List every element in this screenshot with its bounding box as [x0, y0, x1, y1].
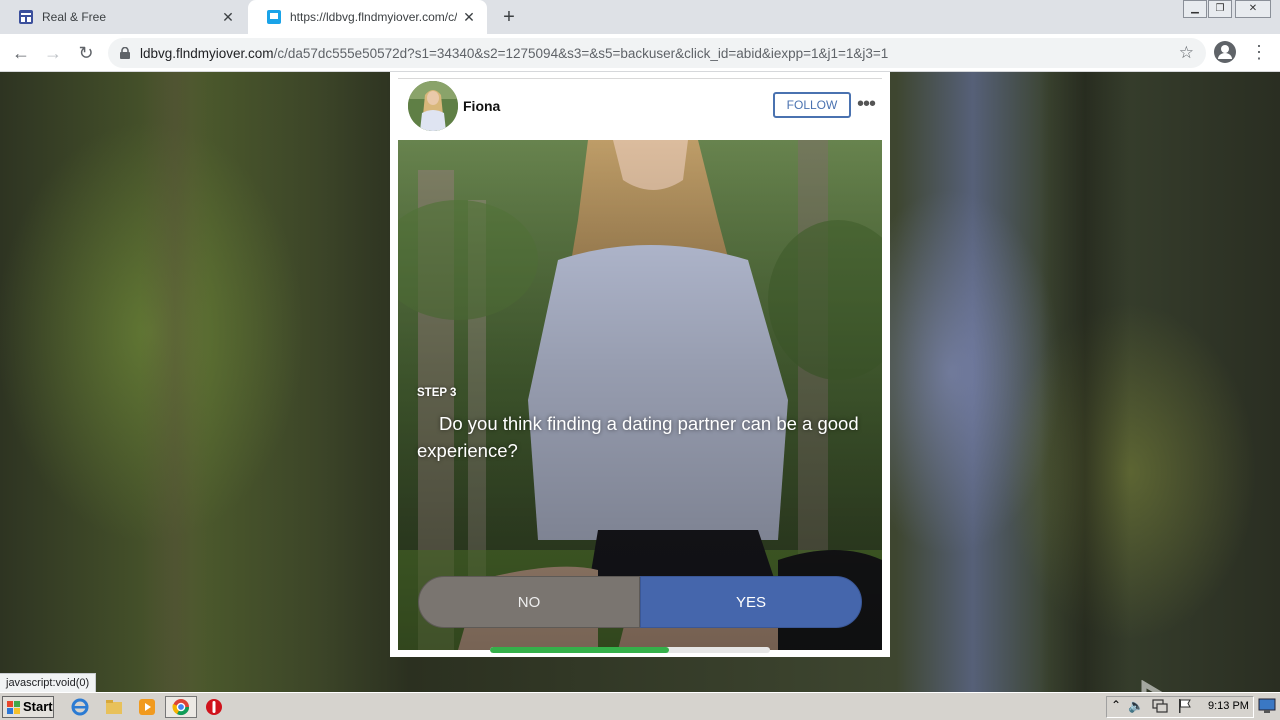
bookmark-star-icon[interactable]: ☆ [1179, 43, 1194, 63]
show-desktop-icon[interactable] [1258, 698, 1276, 714]
browser-toolbar: ← → ↻ ldbvg.flndmyiover.com/c/da57dc555e… [0, 34, 1280, 72]
avatar[interactable] [408, 81, 458, 131]
clock: 9:13 PM [1208, 700, 1249, 712]
watermark-text-left: ANY [1038, 682, 1136, 692]
yes-button[interactable]: YES [640, 576, 862, 628]
tab-title: https://ldbvg.flndmyiover.com/c/da5 [290, 10, 457, 24]
chrome-icon [172, 699, 190, 716]
quiz-progress-fill [490, 647, 670, 653]
question-text: Do you think finding a dating partner ca… [417, 413, 859, 461]
tab-active-page[interactable]: https://ldbvg.flndmyiover.com/c/da5 ✕ [248, 0, 487, 34]
profile-avatar-icon[interactable] [1214, 41, 1236, 63]
tab-close-icon[interactable]: ✕ [216, 9, 240, 26]
file-explorer-icon[interactable] [104, 697, 124, 717]
back-arrow-icon[interactable]: ← [9, 41, 33, 65]
internet-explorer-icon[interactable] [70, 697, 90, 717]
tray-expand-icon[interactable]: ⌃ [1111, 698, 1121, 712]
action-center-flag-icon[interactable] [1178, 698, 1192, 714]
restore-window-icon[interactable]: ❐ [1208, 0, 1232, 18]
media-player-icon[interactable] [137, 697, 157, 717]
chrome-taskbar-button[interactable] [165, 696, 197, 718]
volume-icon[interactable]: 🔈 [1128, 698, 1144, 714]
person-icon [1218, 45, 1232, 59]
url-text: ldbvg.flndmyiover.com/c/da57dc555e50572d… [140, 46, 888, 61]
post-photo: STEP 3 Do you think finding a dating par… [398, 140, 882, 650]
browser-menu-icon[interactable]: ⋮ [1250, 41, 1268, 65]
avatar-photo [408, 81, 458, 131]
more-options-icon[interactable]: ••• [857, 94, 876, 114]
follow-button[interactable]: FOLLOW [773, 92, 851, 118]
start-label: Start [23, 699, 53, 714]
post-card: Fiona FOLLOW ••• STEP 3 Do you think fin… [390, 72, 890, 657]
no-button[interactable]: NO [418, 576, 640, 628]
site-favicon-icon [19, 10, 33, 24]
watermark-text-right: RUN [1192, 682, 1280, 692]
url-path: /c/da57dc555e50572d?s1=34340&s2=1275094&… [273, 45, 889, 61]
lock-icon [120, 47, 130, 59]
url-host: ldbvg.flndmyiover.com [140, 45, 274, 61]
background-tree [1040, 72, 1130, 692]
tab-strip: Real & Free ✕ https://ldbvg.flndmyiover.… [0, 0, 1280, 34]
taskbar: Start ⌃ 🔈 9:13 PM [0, 692, 1280, 720]
tab-real-and-free[interactable]: Real & Free ✕ [0, 0, 246, 34]
page-viewport: Fiona FOLLOW ••• STEP 3 Do you think fin… [0, 72, 1280, 692]
windows-logo-icon [7, 701, 20, 714]
minimize-window-icon[interactable]: ▁ [1183, 0, 1207, 18]
woman-photo [398, 140, 882, 650]
address-bar[interactable]: ldbvg.flndmyiover.com/c/da57dc555e50572d… [108, 38, 1206, 68]
forward-arrow-icon[interactable]: → [41, 41, 65, 65]
status-bar-link: javascript:void(0) [0, 673, 97, 692]
opera-icon[interactable] [204, 697, 224, 717]
tab-close-icon[interactable]: ✕ [457, 9, 481, 26]
new-tab-button[interactable]: + [498, 6, 520, 28]
quiz-progress-bar [490, 647, 770, 653]
network-icon[interactable] [1152, 699, 1168, 713]
close-window-icon[interactable]: ✕ [1235, 0, 1271, 18]
site-favicon-icon [267, 10, 281, 24]
tab-title: Real & Free [42, 10, 107, 24]
step-label: STEP 3 [417, 387, 457, 399]
divider [398, 78, 882, 79]
reload-icon[interactable]: ↻ [74, 41, 98, 65]
profile-name[interactable]: Fiona [463, 98, 500, 114]
anyrun-watermark: ANY RUN [1038, 680, 1280, 692]
background-tree [140, 72, 210, 692]
play-logo-icon [1141, 680, 1162, 692]
start-button[interactable]: Start [2, 696, 54, 718]
